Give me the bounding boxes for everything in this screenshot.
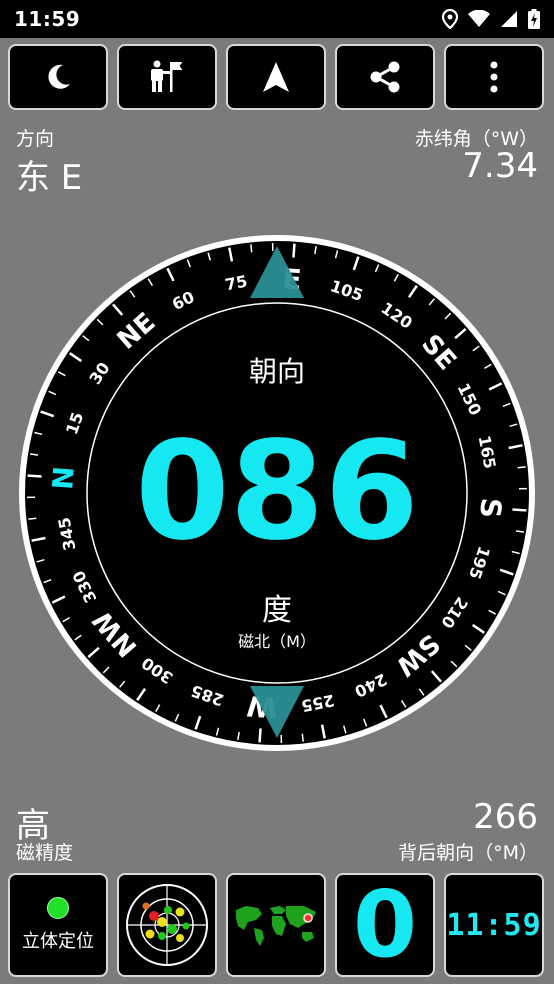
- more-options-button[interactable]: [444, 44, 544, 110]
- battery-charging-icon: [528, 9, 540, 29]
- compass-tick: [512, 508, 527, 512]
- navigation-arrow-icon: [263, 62, 289, 92]
- compass-tick: [517, 466, 526, 469]
- location-icon: [442, 9, 458, 29]
- compass-dial: NNEESESSWWNW1530607510512015016519521024…: [19, 235, 535, 751]
- status-time: 11:59: [14, 7, 81, 31]
- heading-label: 朝向: [249, 355, 305, 388]
- hiker-flag-icon: [151, 60, 183, 92]
- cardinal-s: S: [473, 497, 507, 519]
- bottom-bar: 立体定位 0 11:59: [8, 873, 546, 977]
- digital-clock: 11:59: [446, 907, 542, 943]
- accuracy-label: 磁精度: [16, 842, 74, 864]
- world-map-button[interactable]: [226, 873, 326, 977]
- more-vert-icon: [490, 61, 498, 93]
- counter-display[interactable]: 0: [335, 873, 435, 977]
- wifi-icon: [468, 10, 490, 27]
- share-icon: [370, 61, 400, 93]
- satellite-view-button[interactable]: [117, 873, 217, 977]
- cardinal-n: N: [46, 465, 81, 491]
- back-heading-label: 背后朝向（°M）: [398, 842, 538, 864]
- direction-label: 方向: [16, 128, 55, 150]
- clock-widget[interactable]: 11:59: [444, 873, 544, 977]
- compass-tick: [28, 517, 37, 520]
- declination-value: 7.34: [462, 146, 538, 186]
- compass-tick: [27, 474, 42, 478]
- gps-status-dot: [47, 897, 69, 919]
- compass-tick: [250, 244, 253, 253]
- magnetic-reference: 磁北（M）: [238, 632, 316, 651]
- share-button[interactable]: [335, 44, 435, 110]
- world-map-icon: [236, 906, 316, 946]
- back-heading-value: 266: [473, 797, 538, 837]
- compass-tick: [292, 243, 296, 258]
- compass-tick: [258, 728, 262, 743]
- moon-icon: [48, 64, 70, 89]
- stereo-positioning-label: 立体定位: [22, 931, 94, 952]
- heading-unit: 度: [262, 593, 292, 628]
- satellite-radar-icon: [126, 884, 208, 966]
- stereo-positioning-button[interactable]: 立体定位: [8, 873, 108, 977]
- direction-value: 东 E: [16, 158, 83, 198]
- navigate-button[interactable]: [226, 44, 326, 110]
- signal-icon: [501, 11, 517, 27]
- heading-value: 086: [135, 413, 419, 571]
- hiking-button[interactable]: [117, 44, 217, 110]
- counter-digit: 0: [352, 871, 417, 978]
- toolbar: [8, 44, 546, 110]
- compass-tick: [301, 733, 304, 742]
- status-bar: 11:59: [0, 0, 554, 38]
- night-mode-button[interactable]: [8, 44, 108, 110]
- status-icons: [442, 9, 540, 29]
